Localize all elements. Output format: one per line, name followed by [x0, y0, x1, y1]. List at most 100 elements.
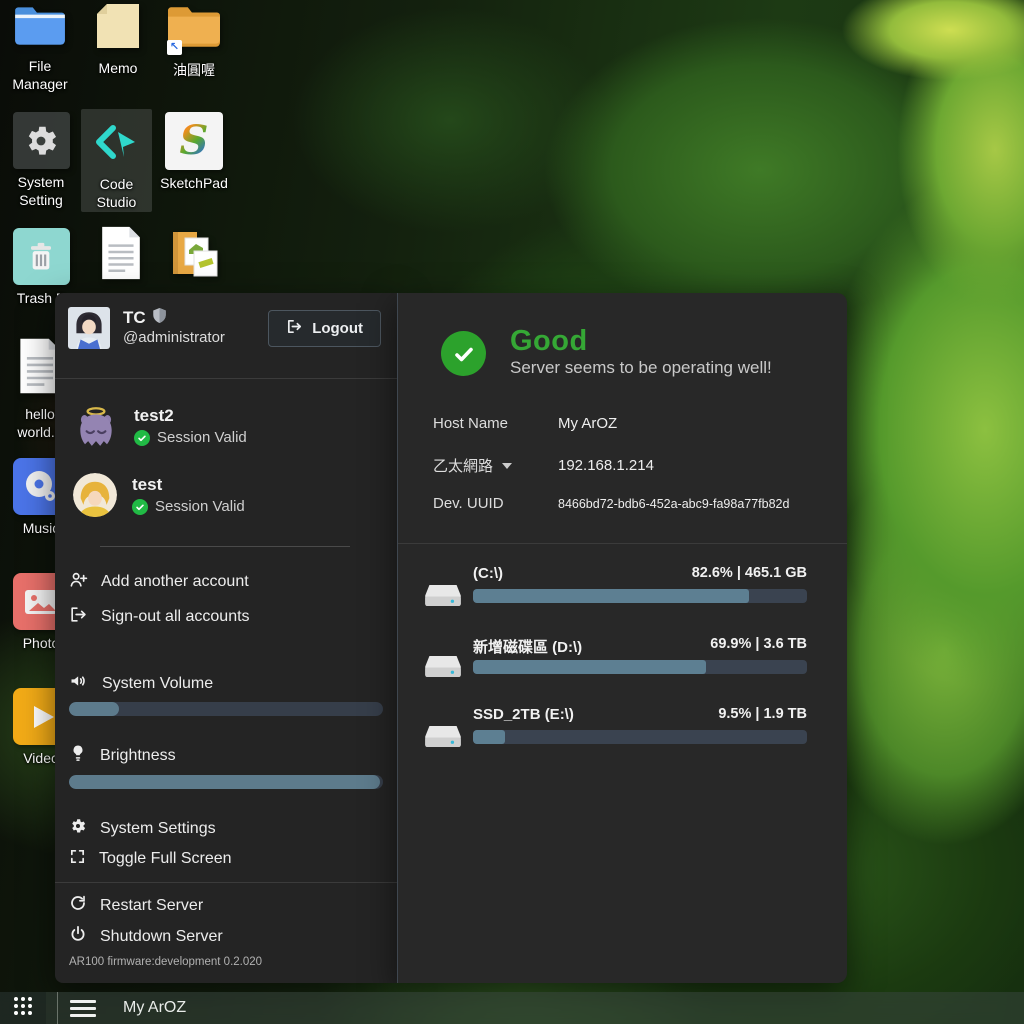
disk-usage: 82.6% | 465.1 GB: [692, 565, 807, 582]
restart-server-item[interactable]: Restart Server: [69, 894, 383, 917]
sketchpad-s-icon: S: [165, 112, 223, 170]
desktop-icon-label: Code Studio: [81, 176, 152, 211]
add-account-item[interactable]: Add another account: [69, 570, 383, 594]
network-row: 乙太網路 192.168.1.214: [433, 455, 817, 476]
logout-icon: [286, 318, 303, 339]
taskbar-divider: [57, 992, 58, 1024]
disk-usage: 69.9% | 3.6 TB: [710, 636, 807, 657]
divider: [398, 543, 847, 544]
shortcut-folder-icon: ↖: [161, 0, 227, 57]
system-settings-item[interactable]: System Settings: [69, 817, 383, 840]
system-volume-label: System Volume: [69, 671, 383, 696]
status-check-icon: [441, 331, 486, 376]
account-avatar: [73, 403, 119, 449]
trash-tile-icon: [13, 228, 70, 285]
user-plus-icon: [69, 570, 88, 594]
speaker-icon: [69, 671, 89, 696]
user-avatar[interactable]: [68, 307, 110, 349]
hostname-label: Host Name: [433, 415, 558, 432]
account-row-test[interactable]: test Session Valid: [73, 473, 383, 517]
network-select[interactable]: 乙太網路: [433, 455, 558, 476]
fullscreen-icon: [69, 848, 86, 870]
account-row-test2[interactable]: test2 Session Valid: [73, 403, 383, 449]
volume-slider[interactable]: [69, 702, 383, 716]
user-handle: @administrator: [123, 329, 225, 346]
uuid-row: Dev. UUID 8466bd72-bdb6-452a-abc9-fa98a7…: [433, 495, 817, 512]
folder-photos-icon: [163, 228, 225, 291]
desktop-icon-document[interactable]: [93, 224, 149, 292]
account-name: test: [132, 475, 245, 495]
desktop-icon-label: Memo: [86, 60, 150, 78]
desktop-icon-system-setting[interactable]: System Setting: [10, 112, 72, 209]
desktop-icon-label: System Setting: [10, 174, 72, 209]
power-icon: [69, 925, 87, 948]
disk-name: (C:\): [473, 565, 503, 582]
signout-all-item[interactable]: Sign-out all accounts: [69, 605, 383, 629]
uuid-label: Dev. UUID: [433, 495, 558, 512]
brightness-fill: [69, 775, 380, 789]
brightness-slider[interactable]: [69, 775, 383, 789]
restart-icon: [69, 894, 87, 917]
ip-address-value: 192.168.1.214: [558, 457, 654, 474]
memo-note-icon: [93, 2, 143, 55]
divider: [55, 882, 397, 883]
apps-grid-icon: [12, 995, 34, 1022]
volume-fill: [69, 702, 119, 716]
user-menu-panel: TC @administrator Logout test2: [55, 293, 397, 983]
app-launcher-button[interactable]: [0, 992, 46, 1024]
firmware-version: AR100 firmware:development 0.2.020: [69, 956, 262, 968]
hamburger-icon: [70, 1000, 96, 1003]
menu-button[interactable]: [70, 1000, 96, 1017]
disk-usage-fill: [473, 730, 505, 744]
disk-usage-fill: [473, 660, 706, 674]
server-status-panel: Good Server seems to be operating well! …: [397, 293, 847, 983]
hostname-row: Host Name My ArOZ: [433, 415, 817, 432]
disk-usage-bar: [473, 660, 807, 674]
disk-usage-bar: [473, 589, 807, 603]
desktop-icon-folder-shortcut[interactable]: ↖ 油圓喔: [152, 0, 236, 80]
shutdown-server-item[interactable]: Shutdown Server: [69, 925, 383, 948]
toggle-fullscreen-item[interactable]: Toggle Full Screen: [69, 848, 383, 870]
shortcut-arrow-icon: ↖: [167, 40, 182, 55]
desktop-icon-folder-photos[interactable]: [158, 228, 230, 296]
account-status: Session Valid: [132, 498, 245, 515]
status-title: Good: [510, 325, 588, 358]
account-avatar: [73, 473, 117, 517]
divider: [55, 378, 397, 379]
taskbar-title: My ArOZ: [123, 999, 186, 1017]
desktop: File Manager Memo ↖ 油圓喔 System Setting C…: [0, 0, 1024, 1024]
gear-tile-icon: [13, 112, 70, 169]
disk-name: SSD_2TB (E:\): [473, 706, 574, 723]
status-subtitle: Server seems to be operating well!: [510, 358, 772, 378]
desktop-icon-code-studio[interactable]: Code Studio: [81, 109, 152, 212]
uuid-value: 8466bd72-bdb6-452a-abc9-fa98a77fb82d: [558, 497, 789, 511]
chevron-down-icon: [502, 463, 512, 469]
lightbulb-icon: [69, 743, 87, 768]
hostname-value: My ArOZ: [558, 415, 617, 432]
gear-icon: [69, 817, 87, 840]
divider: [100, 546, 350, 547]
shield-icon: [152, 307, 167, 329]
desktop-icon-sketchpad[interactable]: S SketchPad: [160, 112, 228, 193]
hard-drive-icon: [424, 584, 462, 612]
desktop-icon-label: SketchPad: [160, 175, 228, 193]
disk-name: 新增磁碟區 (D:\): [473, 636, 582, 657]
code-tile-icon: [93, 152, 141, 169]
desktop-icon-label: 油圓喔: [152, 62, 236, 80]
sign-out-icon: [69, 605, 88, 629]
blue-folder-icon: [11, 2, 69, 53]
desktop-icon-memo[interactable]: Memo: [86, 2, 150, 78]
logout-button[interactable]: Logout: [268, 310, 381, 347]
check-circle-icon: [134, 430, 150, 446]
check-circle-icon: [132, 499, 148, 515]
user-name: TC: [123, 307, 167, 329]
disk-usage: 9.5% | 1.9 TB: [718, 706, 807, 723]
taskbar: My ArOZ: [0, 992, 1024, 1024]
desktop-icon-label: File Manager: [4, 58, 76, 93]
document-icon: [98, 224, 144, 287]
hard-drive-icon: [424, 655, 462, 683]
desktop-icon-file-manager[interactable]: File Manager: [4, 2, 76, 93]
account-name: test2: [134, 406, 247, 426]
account-status: Session Valid: [134, 429, 247, 446]
hard-drive-icon: [424, 725, 462, 753]
